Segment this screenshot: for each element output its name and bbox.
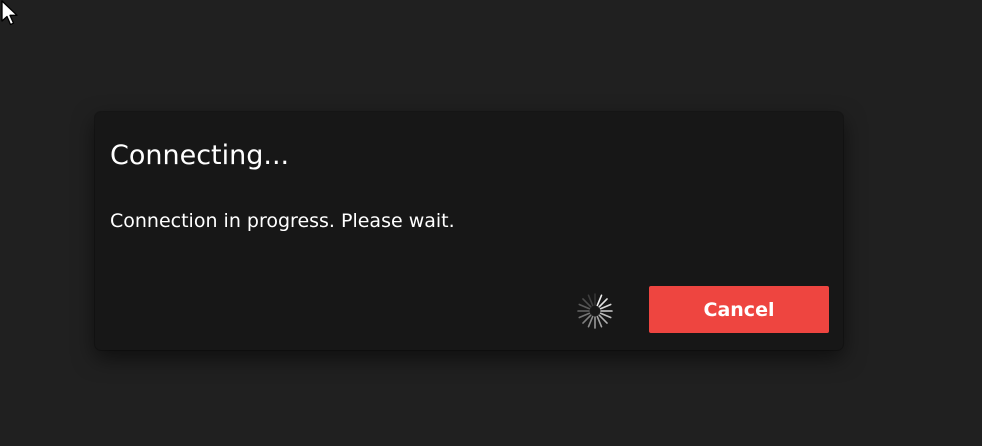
mouse-pointer-icon xyxy=(1,0,18,26)
cancel-button[interactable]: Cancel xyxy=(649,286,829,333)
spinner-tick xyxy=(582,298,592,308)
spinner-tick xyxy=(587,315,594,328)
screen: Connecting... Connection in progress. Pl… xyxy=(0,0,982,446)
loading-spinner-icon xyxy=(577,293,613,329)
spinner-tick xyxy=(598,298,608,308)
dialog-title: Connecting... xyxy=(110,140,290,171)
spinner-tick xyxy=(598,314,608,324)
connecting-dialog: Connecting... Connection in progress. Pl… xyxy=(95,112,843,350)
dialog-message: Connection in progress. Please wait. xyxy=(110,210,455,232)
spinner-tick xyxy=(599,303,612,310)
spinner-tick xyxy=(599,312,612,319)
spinner-tick xyxy=(578,312,591,319)
spinner-tick xyxy=(587,294,594,307)
spinner-tick xyxy=(578,303,591,310)
spinner-tick xyxy=(582,314,592,324)
spinner-tick xyxy=(596,315,603,328)
spinner-tick xyxy=(596,294,603,307)
